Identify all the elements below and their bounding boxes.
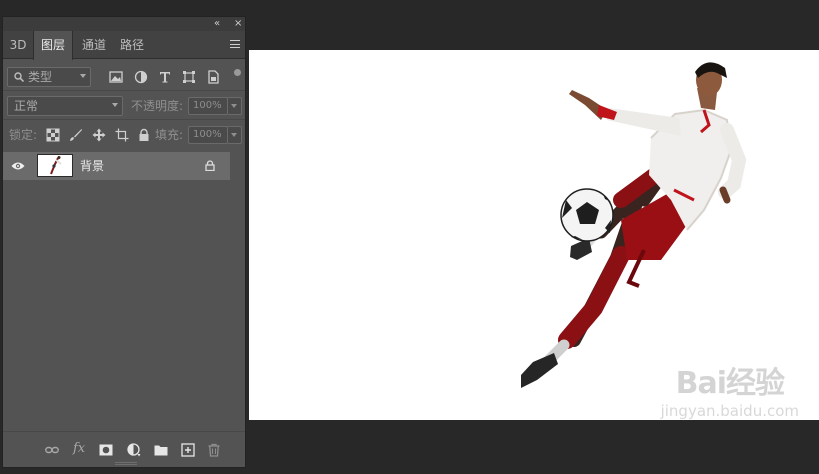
link-layers-icon[interactable] xyxy=(45,443,59,457)
fill-dropdown[interactable] xyxy=(228,126,242,144)
layer-filter-row: 类型 xyxy=(3,63,245,91)
lock-row: 锁定: 填充: 100% xyxy=(3,121,245,149)
opacity-field[interactable]: 100% xyxy=(188,97,228,115)
image-filter-icon[interactable] xyxy=(109,70,123,84)
new-group-icon[interactable] xyxy=(154,443,168,457)
layer-row-background[interactable]: 背景 xyxy=(3,152,230,180)
filter-kind-select[interactable]: 类型 xyxy=(7,67,91,87)
panel-tabs: 3D 图层 通道 路径 xyxy=(3,31,245,60)
panel-title-bar: « × xyxy=(3,17,245,31)
lock-position-icon[interactable] xyxy=(92,128,106,142)
lock-artboard-icon[interactable] xyxy=(115,128,129,142)
filter-kind-label: 类型 xyxy=(28,70,53,84)
close-panel-icon[interactable]: × xyxy=(234,17,242,31)
watermark-logo: Bai经验 xyxy=(675,366,785,401)
tab-3d[interactable]: 3D xyxy=(3,31,33,59)
layer-lock-icon xyxy=(205,160,215,171)
layers-scrollbar[interactable] xyxy=(230,150,245,435)
add-mask-icon[interactable] xyxy=(99,443,113,457)
watermark-url: jingyan.baidu.com xyxy=(660,402,799,420)
watermark: Bai经验 jingyan.baidu.com xyxy=(661,358,799,420)
panel-footer: fx xyxy=(3,431,245,467)
panel-menu-icon[interactable] xyxy=(230,40,240,49)
layer-thumbnail xyxy=(37,154,73,177)
opacity-label: 不透明度: xyxy=(131,99,184,113)
filter-toggle-icon[interactable] xyxy=(234,69,241,76)
document-canvas[interactable]: Bai经验 jingyan.baidu.com xyxy=(249,50,819,420)
smart-object-filter-icon[interactable] xyxy=(206,70,220,84)
type-filter-icon[interactable] xyxy=(158,70,172,84)
trash-icon[interactable] xyxy=(207,443,221,457)
lock-image-pixels-icon[interactable] xyxy=(69,128,83,142)
panel-resize-grip[interactable] xyxy=(115,462,137,465)
new-layer-icon[interactable] xyxy=(181,443,195,457)
eye-visibility-icon[interactable] xyxy=(11,161,25,171)
shape-filter-icon[interactable] xyxy=(182,70,196,84)
lock-transparent-pixels-icon[interactable] xyxy=(46,128,60,142)
layers-panel: « × 3D 图层 通道 路径 类型 正常 不透明度: 100% 锁定: 填充:… xyxy=(2,16,246,468)
lock-all-icon[interactable] xyxy=(137,128,151,142)
collapse-panel-icon[interactable]: « xyxy=(214,17,220,31)
lock-label: 锁定: xyxy=(9,128,38,142)
fill-field[interactable]: 100% xyxy=(188,126,228,144)
tab-layers[interactable]: 图层 xyxy=(33,31,73,60)
fx-icon[interactable]: fx xyxy=(73,441,87,456)
tab-paths[interactable]: 路径 xyxy=(113,31,151,59)
adjustment-layer-icon[interactable] xyxy=(127,443,141,457)
blend-mode-label: 正常 xyxy=(14,99,39,113)
fill-label: 填充: xyxy=(155,128,184,142)
blend-mode-select[interactable]: 正常 xyxy=(7,96,123,116)
adjustment-filter-icon[interactable] xyxy=(134,70,148,84)
blend-row: 正常 不透明度: 100% xyxy=(3,92,245,120)
layer-name[interactable]: 背景 xyxy=(80,152,104,180)
tab-channels[interactable]: 通道 xyxy=(75,31,113,59)
search-icon xyxy=(14,72,24,82)
opacity-dropdown[interactable] xyxy=(228,97,242,115)
